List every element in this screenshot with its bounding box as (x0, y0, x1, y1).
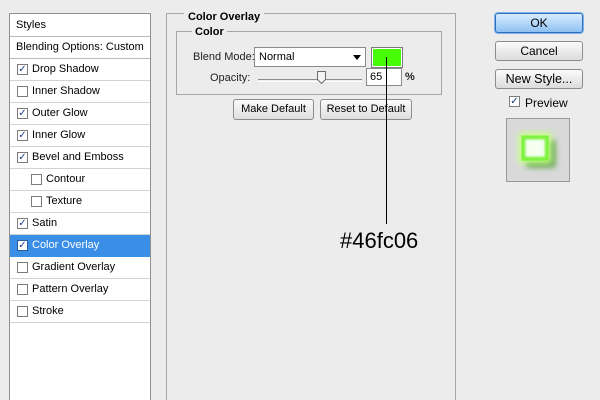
preview-toggle[interactable]: ✓ Preview (509, 95, 568, 111)
style-item-drop-shadow[interactable]: ✓ Drop Shadow (10, 59, 150, 81)
style-item-label: Color Overlay (32, 239, 100, 251)
ok-button[interactable]: OK (495, 13, 583, 33)
style-item-contour[interactable]: Contour (10, 169, 150, 191)
overlay-color-swatch[interactable] (371, 47, 403, 68)
bevel-and-emboss-checkbox[interactable]: ✓ (17, 152, 28, 163)
pattern-overlay-checkbox[interactable] (17, 284, 28, 295)
style-item-label: Bevel and Emboss (32, 151, 124, 163)
contour-checkbox[interactable] (31, 174, 42, 185)
opacity-input[interactable]: 65 (366, 68, 402, 86)
style-item-satin[interactable]: ✓ Satin (10, 213, 150, 235)
style-item-pattern-overlay[interactable]: Pattern Overlay (10, 279, 150, 301)
make-default-button[interactable]: Make Default (233, 99, 314, 120)
style-item-color-overlay[interactable]: ✓ Color Overlay (10, 235, 150, 257)
reset-to-default-button[interactable]: Reset to Default (320, 99, 412, 120)
section-title: Color Overlay (184, 11, 265, 23)
percent-sign: % (405, 71, 415, 83)
preview-checkbox[interactable]: ✓ (509, 96, 520, 107)
texture-checkbox[interactable] (31, 196, 42, 207)
style-item-stroke[interactable]: Stroke (10, 301, 150, 323)
style-item-label: Satin (32, 217, 58, 229)
gradient-overlay-checkbox[interactable] (17, 262, 28, 273)
dropdown-arrow-icon (353, 55, 361, 60)
style-item-label: Gradient Overlay (32, 261, 116, 273)
style-item-label: Outer Glow (32, 107, 88, 119)
annotation-color-hex: #46fc06 (340, 228, 419, 253)
style-item-label: Pattern Overlay (32, 283, 109, 295)
satin-checkbox[interactable]: ✓ (17, 218, 28, 229)
style-item-bevel-and-emboss[interactable]: ✓ Bevel and Emboss (10, 147, 150, 169)
style-item-label: Contour (46, 173, 86, 185)
blend-mode-label: Blend Mode: (193, 51, 255, 63)
outer-glow-checkbox[interactable]: ✓ (17, 108, 28, 119)
style-item-texture[interactable]: Texture (10, 191, 150, 213)
cancel-button[interactable]: Cancel (495, 41, 583, 61)
inner-shadow-checkbox[interactable] (17, 86, 28, 97)
styles-list: Styles Blending Options: Custom ✓ Drop S… (9, 13, 151, 400)
blending-options-item[interactable]: Blending Options: Custom (10, 37, 150, 59)
styles-header[interactable]: Styles (10, 14, 150, 37)
blend-mode-select[interactable]: Normal (254, 47, 366, 67)
style-item-outer-glow[interactable]: ✓ Outer Glow (10, 103, 150, 125)
style-item-label: Texture (46, 195, 83, 207)
annotation-line (386, 57, 387, 224)
group-title: Color (192, 26, 227, 38)
stroke-checkbox[interactable] (17, 306, 28, 317)
style-item-label: Drop Shadow (32, 63, 99, 75)
opacity-slider-track[interactable] (258, 79, 362, 82)
blend-mode-value: Normal (259, 51, 295, 63)
style-preview-thumbnail (506, 118, 570, 182)
style-item-inner-glow[interactable]: ✓ Inner Glow (10, 125, 150, 147)
drop-shadow-checkbox[interactable]: ✓ (17, 64, 28, 75)
style-item-label: Stroke (32, 305, 64, 317)
new-style-button[interactable]: New Style... (495, 69, 583, 89)
style-item-label: Inner Glow (32, 129, 86, 141)
opacity-label: Opacity: (210, 72, 251, 84)
style-item-label: Inner Shadow (32, 85, 100, 97)
inner-glow-checkbox[interactable]: ✓ (17, 130, 28, 141)
color-overlay-checkbox[interactable]: ✓ (17, 240, 28, 251)
style-item-inner-shadow[interactable]: Inner Shadow (10, 81, 150, 103)
opacity-slider-thumb[interactable] (317, 71, 326, 84)
style-item-gradient-overlay[interactable]: Gradient Overlay (10, 257, 150, 279)
